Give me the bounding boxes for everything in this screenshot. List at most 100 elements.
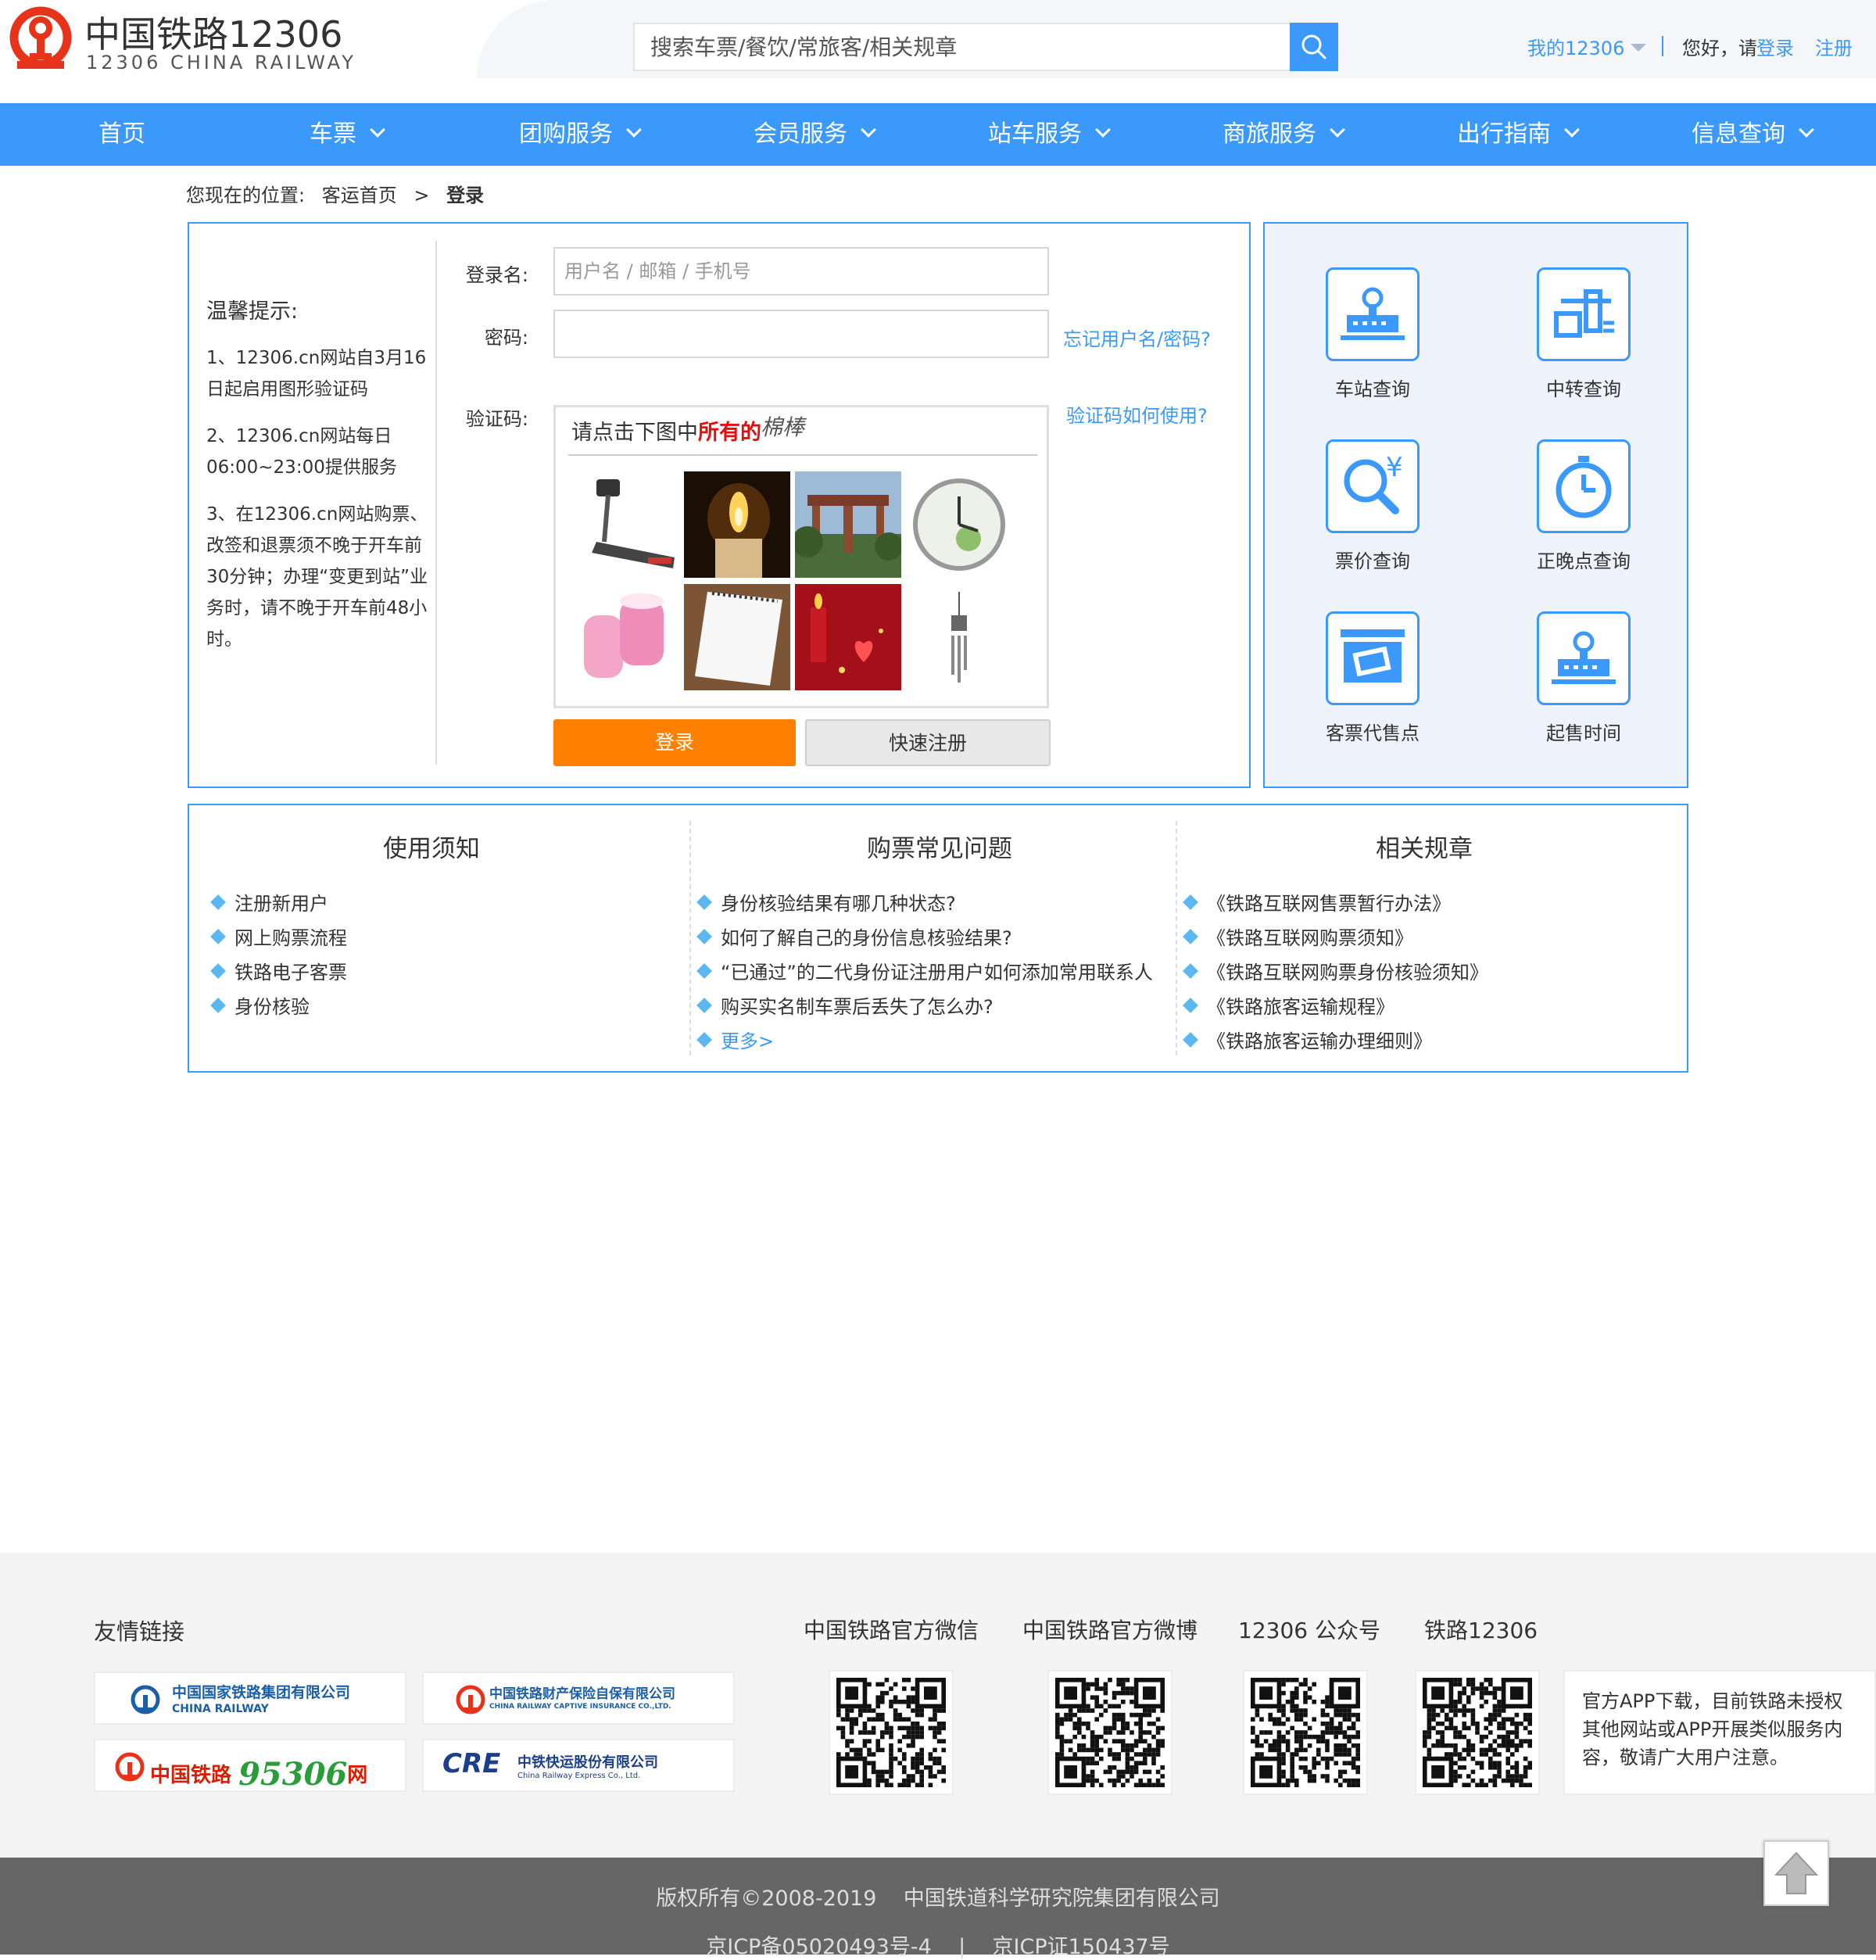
service-fare-query[interactable]: ¥ 票价查询 <box>1294 439 1451 573</box>
back-to-top-button[interactable] <box>1763 1840 1829 1906</box>
icp-text[interactable]: 京ICP备05020493号-4 | 京ICP证150437号 <box>0 1930 1876 1960</box>
column-divider <box>689 821 691 1055</box>
partner-subtitle: China Railway Express Co., Ltd. <box>517 1772 641 1780</box>
nav-item-info-query[interactable]: 信息查询 <box>1692 103 1814 166</box>
login-button[interactable]: 登录 <box>553 719 796 766</box>
partner-subtitle: CHINA RAILWAY CAPTIVE INSURANCE CO.,LTD. <box>489 1703 671 1711</box>
china-railway-logo-icon <box>131 1685 160 1715</box>
chevron-down-icon <box>1330 122 1345 138</box>
clock-icon <box>1537 439 1631 533</box>
nav-item-home[interactable]: 首页 <box>98 103 145 166</box>
notice-link-text: 《铁路互联网购票身份核验须知》 <box>1207 962 1488 984</box>
notice-list: 身份核验结果有哪几种状态? 如何了解自己的身份信息核验结果? “已通过”的二代身… <box>696 887 1153 1059</box>
nav-item-tickets[interactable]: 车票 <box>310 103 385 166</box>
forgot-password-link[interactable]: 忘记用户名/密码? <box>1063 324 1211 351</box>
notice-link[interactable]: 《铁路旅客运输规程》 <box>1183 990 1488 1024</box>
my12306-menu[interactable]: 我的12306 <box>1527 33 1624 60</box>
partner-name: 中国铁路 95306网 <box>150 1753 368 1793</box>
tip-item: 1、12306.cn网站自3月16日起启用图形验证码 <box>206 348 427 400</box>
qr-title-app: 铁路12306 <box>1424 1618 1538 1643</box>
captcha-tile-wind-chime[interactable] <box>906 584 1012 690</box>
notice-link[interactable]: 身份核验 <box>210 990 347 1024</box>
breadcrumb-prefix: 您现在的位置: <box>186 185 306 206</box>
notice-link[interactable]: 《铁路互联网购票身份核验须知》 <box>1183 955 1488 990</box>
header-register-link[interactable]: 注册 <box>1815 33 1853 60</box>
service-sale-time[interactable]: 起售时间 <box>1505 611 1662 745</box>
notice-link[interactable]: “已通过”的二代身份证注册用户如何添加常用联系人 <box>696 955 1153 990</box>
railway-logo-icon[interactable] <box>8 6 73 78</box>
qr-code-icon <box>1423 1678 1532 1787</box>
notice-link[interactable]: 《铁路互联网购票须知》 <box>1183 921 1488 955</box>
header-login-link[interactable]: 登录 <box>1756 33 1794 60</box>
partner-link-cre[interactable]: CRE 中铁快运股份有限公司 China Railway Express Co.… <box>422 1739 735 1792</box>
arrow-up-icon <box>1774 1851 1819 1894</box>
notice-link[interactable]: 如何了解自己的身份信息核验结果? <box>696 921 1153 955</box>
search-input[interactable] <box>635 24 1288 70</box>
caret-down-icon[interactable] <box>1631 44 1646 52</box>
notice-link[interactable]: 注册新用户 <box>210 887 347 921</box>
captcha-tile-wall-clock[interactable] <box>906 471 1012 578</box>
chevron-down-icon <box>1799 122 1814 138</box>
notice-link[interactable]: 网上购票流程 <box>210 921 347 955</box>
partner-link-china-railway[interactable]: 中国国家铁路集团有限公司 CHINA RAILWAY <box>94 1672 406 1725</box>
more-link[interactable]: 更多> <box>696 1024 1153 1059</box>
svg-text:¥: ¥ <box>1386 452 1403 483</box>
service-transfer-query[interactable]: 中转查询 <box>1505 267 1662 401</box>
password-input[interactable] <box>553 310 1049 358</box>
captcha-help-link[interactable]: 验证码如何使用? <box>1066 400 1208 428</box>
service-label: 票价查询 <box>1335 550 1410 572</box>
login-panel: 温馨提示: 1、12306.cn网站自3月16日起启用图形验证码 2、12306… <box>188 222 1251 788</box>
nav-item-station-service[interactable]: 站车服务 <box>988 103 1111 166</box>
diamond-bullet-icon <box>210 929 226 944</box>
quick-register-button[interactable]: 快速注册 <box>805 719 1051 766</box>
station-icon <box>1326 267 1420 361</box>
nav-label: 车票 <box>310 120 356 148</box>
notice-link[interactable]: 《铁路旅客运输办理细则》 <box>1183 1024 1488 1059</box>
partner-name: 中铁快运股份有限公司 <box>517 1754 658 1771</box>
service-station-query[interactable]: 车站查询 <box>1294 267 1451 401</box>
captcha-tile-red-candles[interactable] <box>795 584 901 690</box>
more-link-text: 更多> <box>721 1030 775 1052</box>
notice-link[interactable]: 铁路电子客票 <box>210 955 347 990</box>
nav-item-member[interactable]: 会员服务 <box>754 103 876 166</box>
notice-link[interactable]: 《铁路互联网售票暂行办法》 <box>1183 887 1488 921</box>
notice-link[interactable]: 身份核验结果有哪几种状态? <box>696 887 1153 921</box>
captcha-tile-notepad[interactable] <box>684 584 790 690</box>
sale-time-icon <box>1537 611 1631 705</box>
nav-item-business-travel[interactable]: 商旅服务 <box>1223 103 1345 166</box>
captcha-tile-cotton-swabs[interactable] <box>573 584 679 690</box>
breadcrumb-home-link[interactable]: 客运首页 <box>322 185 397 206</box>
diamond-bullet-icon <box>1183 929 1198 944</box>
service-panel: 车站查询 中转查询 ¥ 票价查询 正晚点查询 客票代售点 起售时间 <box>1263 222 1688 788</box>
search-button[interactable] <box>1290 23 1338 71</box>
qr-code-icon <box>1251 1678 1360 1787</box>
partner-link-insurance[interactable]: 中国铁路财产保险自保有限公司 CHINA RAILWAY CAPTIVE INS… <box>422 1672 735 1725</box>
china-railway-95306-logo-icon <box>115 1752 145 1782</box>
partner-suffix: 网 <box>347 1764 368 1787</box>
partner-link-95306[interactable]: 中国铁路 95306网 <box>94 1739 406 1793</box>
breadcrumb-current: 登录 <box>446 185 485 206</box>
chevron-down-icon <box>626 122 642 138</box>
tip-item: 3、在12306.cn网站购票、改签和退票须不晚于开车前30分钟；办理“变更到站… <box>206 504 428 650</box>
captcha-prompt: 请点击下图中所有的 <box>571 415 761 446</box>
username-input[interactable] <box>553 247 1049 296</box>
diamond-bullet-icon <box>696 963 712 979</box>
captcha-tile-treadmill[interactable] <box>573 471 679 578</box>
logo-title[interactable]: 中国铁路12306 <box>84 6 342 58</box>
service-ontime-query[interactable]: 正晚点查询 <box>1505 439 1662 573</box>
notice-link[interactable]: 购买实名制车票后丢失了怎么办? <box>696 990 1153 1024</box>
diamond-bullet-icon <box>210 998 226 1013</box>
notice-list: 《铁路互联网售票暂行办法》 《铁路互联网购票须知》 《铁路互联网购票身份核验须知… <box>1183 887 1488 1059</box>
nav-item-travel-guide[interactable]: 出行指南 <box>1457 103 1580 166</box>
notice-column-title: 相关规章 <box>1376 835 1473 863</box>
captcha-target-word: 棉棒 <box>761 414 805 440</box>
captcha-tile-archway[interactable] <box>795 471 901 578</box>
service-ticket-agency[interactable]: 客票代售点 <box>1294 611 1451 745</box>
nav-item-group-buy[interactable]: 团购服务 <box>519 103 642 166</box>
captcha-prompt-emphasis: 所有的 <box>698 421 761 445</box>
notice-link-text: 购买实名制车票后丢失了怎么办? <box>721 996 993 1018</box>
column-divider <box>1176 821 1177 1055</box>
captcha-image-box: 请点击下图中所有的 棉棒 <box>553 405 1049 708</box>
captcha-tile-candle[interactable] <box>684 471 790 578</box>
tips-divider <box>435 241 437 765</box>
